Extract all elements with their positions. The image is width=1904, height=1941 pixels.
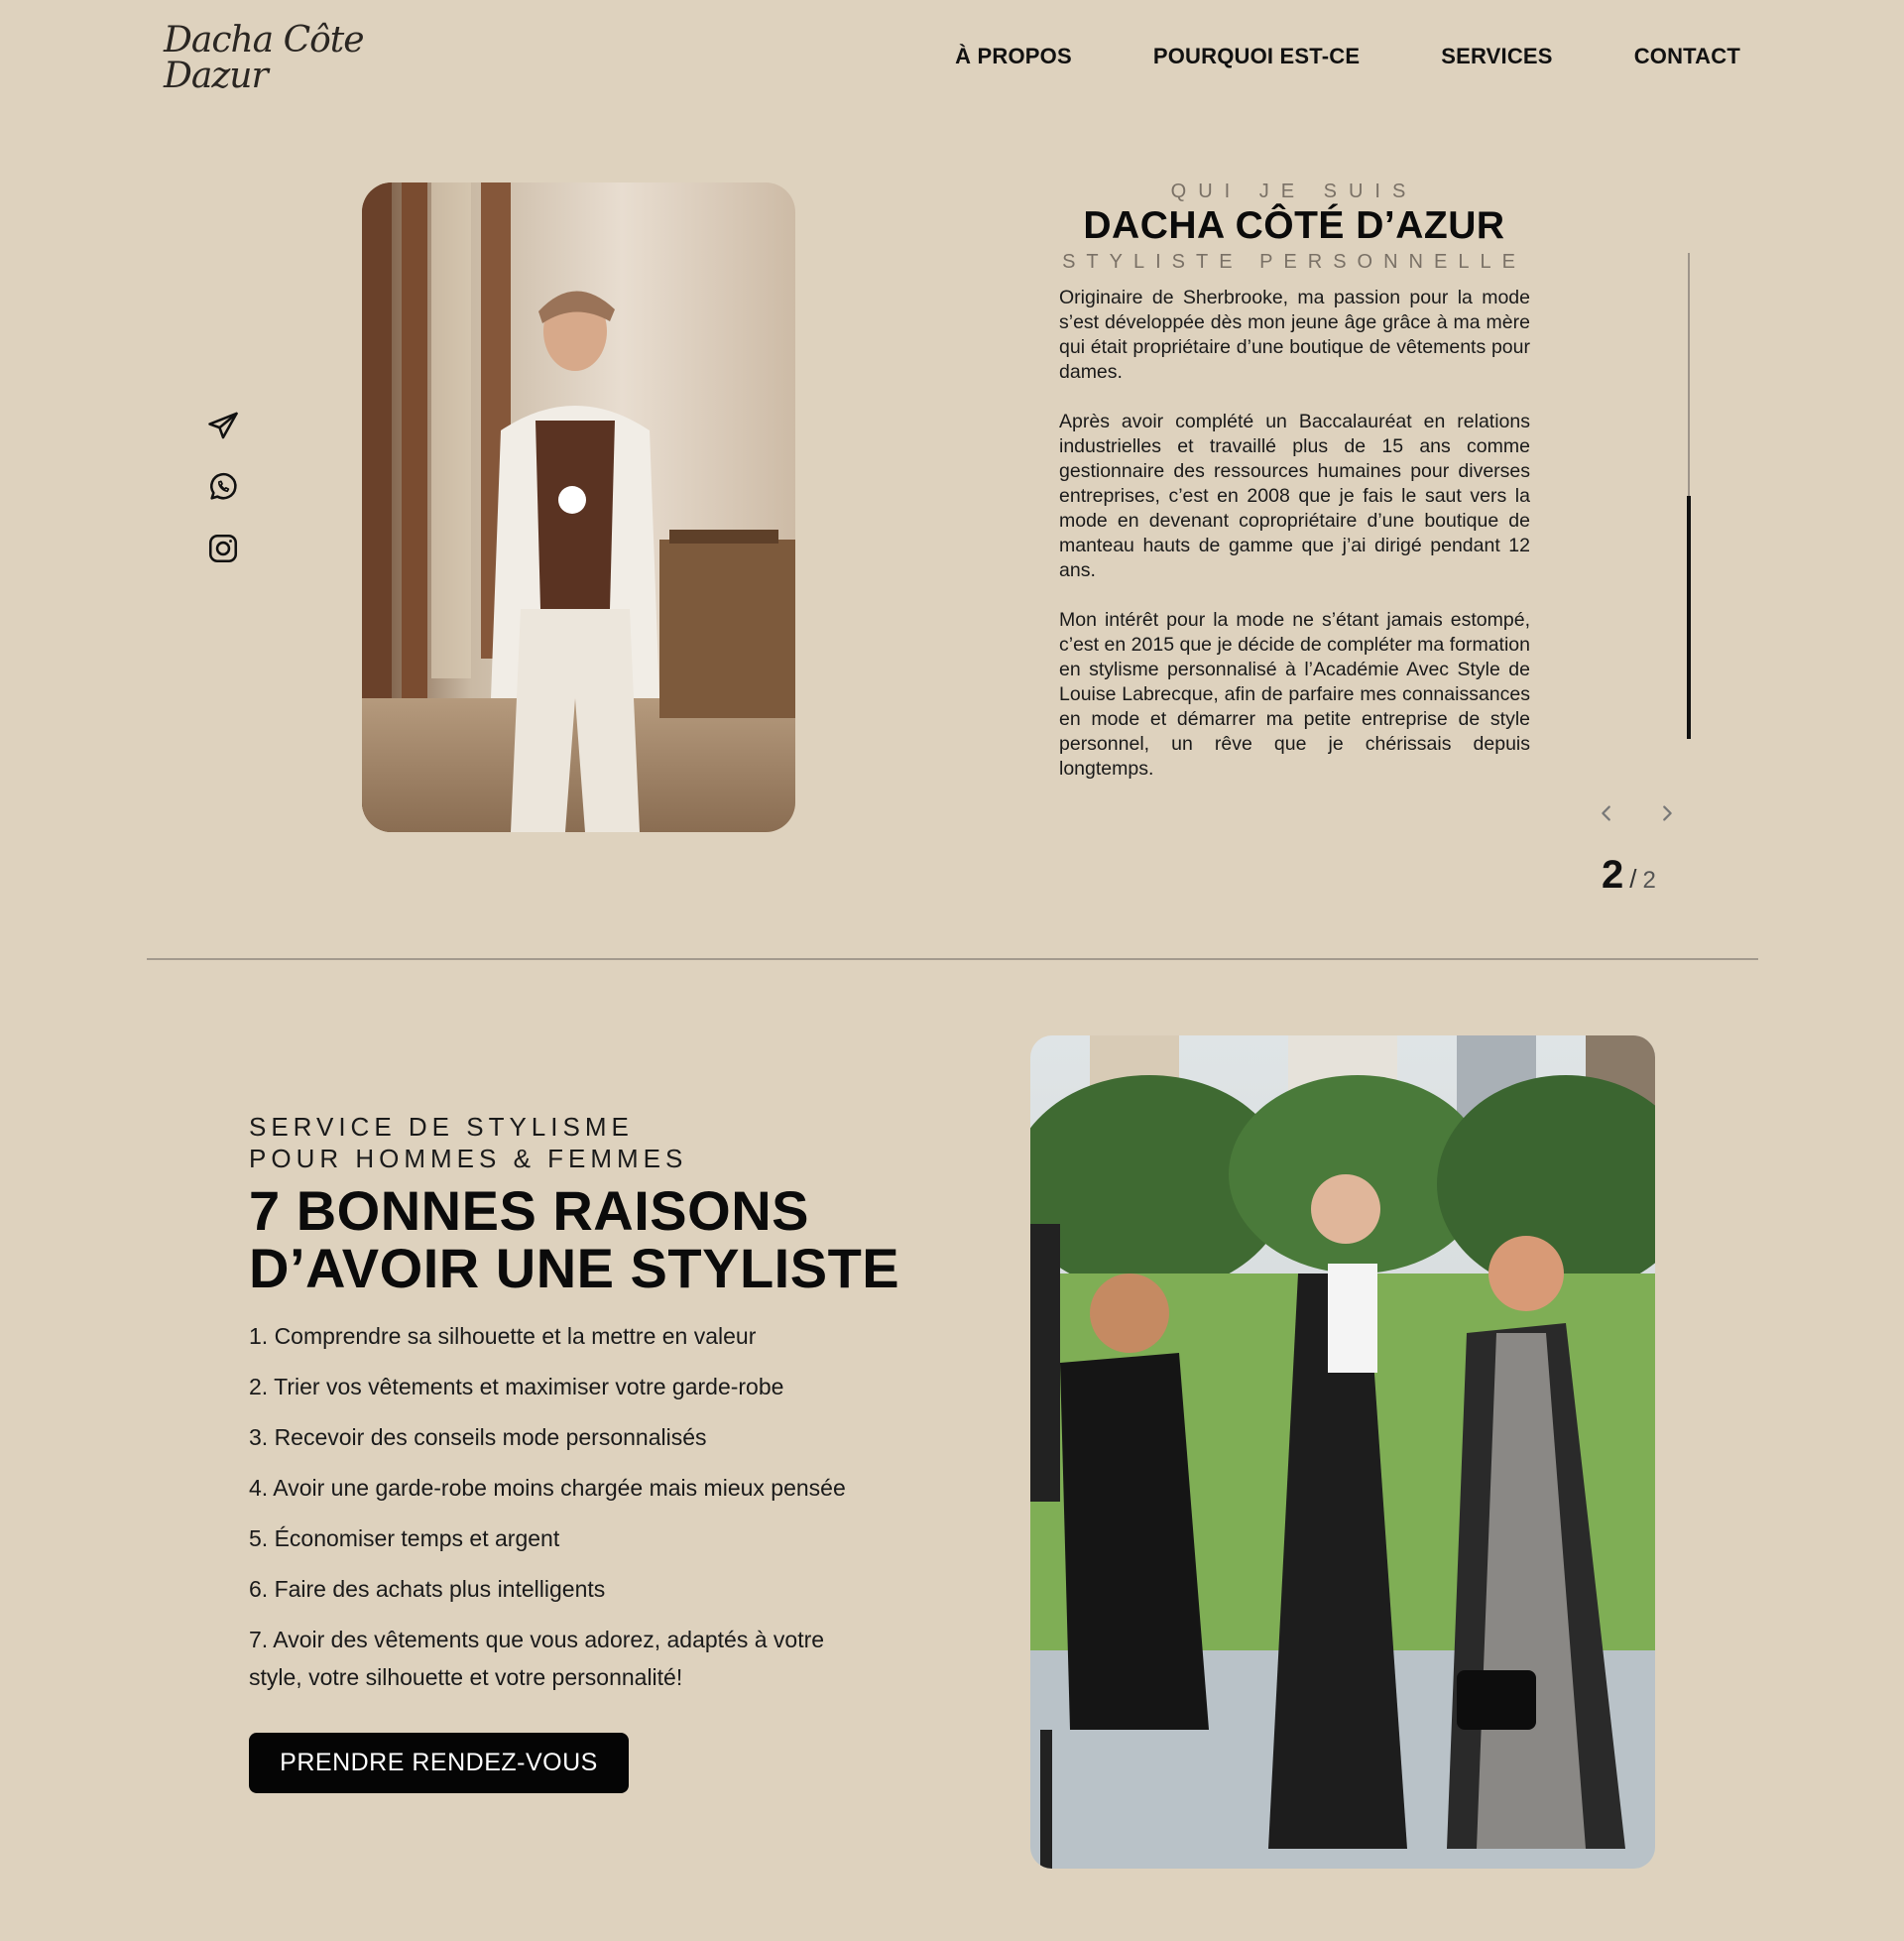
reason-item: 1. Comprendre sa silhouette et la mettre…: [249, 1323, 757, 1349]
about-title: DACHA CÔTÉ D’AZUR: [1083, 204, 1505, 247]
slide-counter-current: 2: [1602, 853, 1624, 897]
services-title-line: D’AVOIR UNE STYLISTE: [249, 1237, 900, 1299]
about-paragraph: Après avoir complété un Baccalauréat en …: [1059, 411, 1530, 581]
services-kicker-line: POUR HOMMES & FEMMES: [249, 1144, 688, 1173]
reason-item: 2. Trier vos vêtements et maximiser votr…: [249, 1374, 784, 1399]
telegram-icon[interactable]: [206, 409, 240, 442]
nav-item-contact[interactable]: CONTACT: [1634, 44, 1740, 69]
nav-item-services[interactable]: SERVICES: [1441, 44, 1552, 69]
slide-counter-total: 2: [1642, 867, 1656, 894]
stylist-portrait-photo: [362, 182, 795, 832]
services-kicker: SERVICE DE STYLISME POUR HOMMES & FEMMES: [249, 1111, 943, 1174]
services-kicker-line: SERVICE DE STYLISME: [249, 1112, 634, 1142]
book-appointment-button[interactable]: PRENDRE RENDEZ-VOUS: [249, 1733, 629, 1793]
chevron-right-icon: [1663, 805, 1672, 821]
chevron-left-icon: [1602, 805, 1610, 821]
slide-counter: 2 / 2: [1602, 853, 1656, 898]
reasons-list: 1. Comprendre sa silhouette et la mettre…: [249, 1317, 943, 1709]
instagram-icon[interactable]: [206, 532, 240, 565]
slide-counter-separator: /: [1629, 864, 1637, 894]
slider-prev-button[interactable]: [1592, 798, 1621, 828]
main-nav: À PROPOS POURQUOI EST-CE SERVICES CONTAC…: [874, 44, 1740, 69]
reason-item: 5. Économiser temps et argent: [249, 1525, 560, 1551]
nav-item-a-propos[interactable]: À PROPOS: [955, 44, 1072, 69]
text-scrollbar-thumb[interactable]: [1687, 496, 1691, 739]
services-title: 7 BONNES RAISONS D’AVOIR UNE STYLISTE: [249, 1182, 983, 1297]
about-paragraph: Originaire de Sherbrooke, ma passion pou…: [1059, 287, 1530, 383]
slider-next-button[interactable]: [1652, 798, 1682, 828]
reason-item: 3. Recevoir des conseils mode personnali…: [249, 1424, 707, 1450]
about-subtitle: STYLISTE PERSONNELLE: [1062, 251, 1526, 273]
about-text: Originaire de Sherbrooke, ma passion pou…: [1059, 286, 1530, 806]
logo-text: Dacha Côte Dazur: [164, 20, 365, 96]
event-interview-photo: [1030, 1035, 1655, 1869]
section-divider: [147, 958, 1758, 960]
services-title-line: 7 BONNES RAISONS: [249, 1179, 809, 1242]
about-kicker: QUI JE SUIS: [1170, 181, 1418, 202]
reason-item: 4. Avoir une garde-robe moins chargée ma…: [249, 1475, 846, 1501]
social-links: [203, 409, 243, 565]
reason-item: 6. Faire des achats plus intelligents: [249, 1576, 606, 1602]
whatsapp-icon[interactable]: [206, 470, 240, 504]
about-paragraph: Mon intérêt pour la mode ne s’étant jama…: [1059, 609, 1530, 780]
nav-item-pourquoi[interactable]: POURQUOI EST-CE: [1153, 44, 1360, 69]
site-logo[interactable]: Dacha Côte Dazur: [164, 23, 416, 94]
reason-item: 7. Avoir des vêtements que vous adorez, …: [249, 1627, 825, 1690]
